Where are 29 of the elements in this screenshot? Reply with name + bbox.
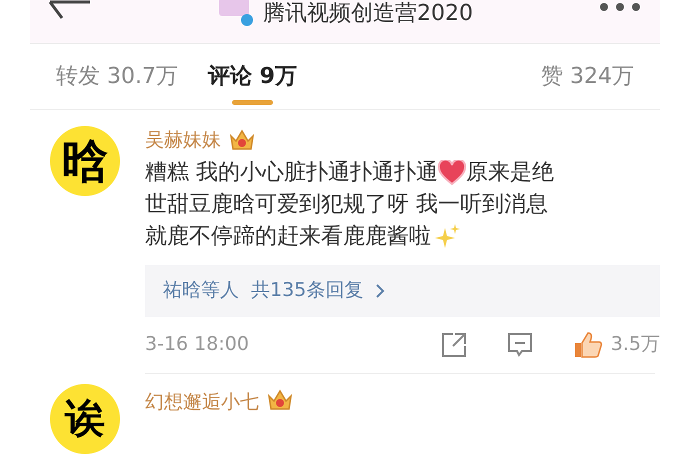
heart-icon [438, 160, 466, 186]
crown-icon [229, 128, 255, 152]
comment-text: 糟糕 我的小心脏扑通扑通扑通 [145, 158, 438, 186]
tab[interactable]: 评论 9万 [208, 60, 297, 93]
sparkle-icon [435, 224, 461, 250]
reply-names: 祐晗等人 [163, 278, 239, 304]
comment-text: 就鹿不停蹄的赶来看鹿鹿酱啦 [145, 222, 431, 250]
account-logo-icon [217, 0, 255, 26]
replies-box[interactable]: 祐晗等人 共135条回复 [145, 264, 660, 316]
tab-underline [232, 100, 273, 105]
window-title: 腾讯视频创造营2020 [263, 0, 473, 28]
comment-text: 世甜豆鹿晗可爱到犯规了呀 我一听到消息 [145, 190, 548, 218]
tab[interactable]: 赞 324万 [541, 60, 634, 93]
crown-icon [267, 388, 293, 412]
comment-text: 原来是绝 [466, 158, 554, 186]
avatar[interactable]: 晗 [50, 126, 120, 196]
user-name[interactable]: 吴赫妹妹 [145, 126, 221, 154]
comment-time: 3-16 18:00 [145, 332, 249, 358]
share-icon[interactable] [440, 332, 467, 358]
more-icon[interactable] [598, 2, 642, 12]
like-count: 3.5万 [610, 332, 660, 358]
comment-icon[interactable] [506, 332, 533, 358]
avatar[interactable]: 诶 [50, 384, 120, 454]
reply-count: 共135条回复 [251, 278, 364, 304]
back-arrow-icon[interactable] [48, 0, 92, 20]
tab[interactable]: 转发 30.7万 [56, 60, 178, 93]
user-name[interactable]: 幻想邂逅小七 [145, 388, 259, 416]
chevron-right-icon [375, 282, 386, 298]
thumbs-up-icon[interactable] [572, 330, 603, 358]
